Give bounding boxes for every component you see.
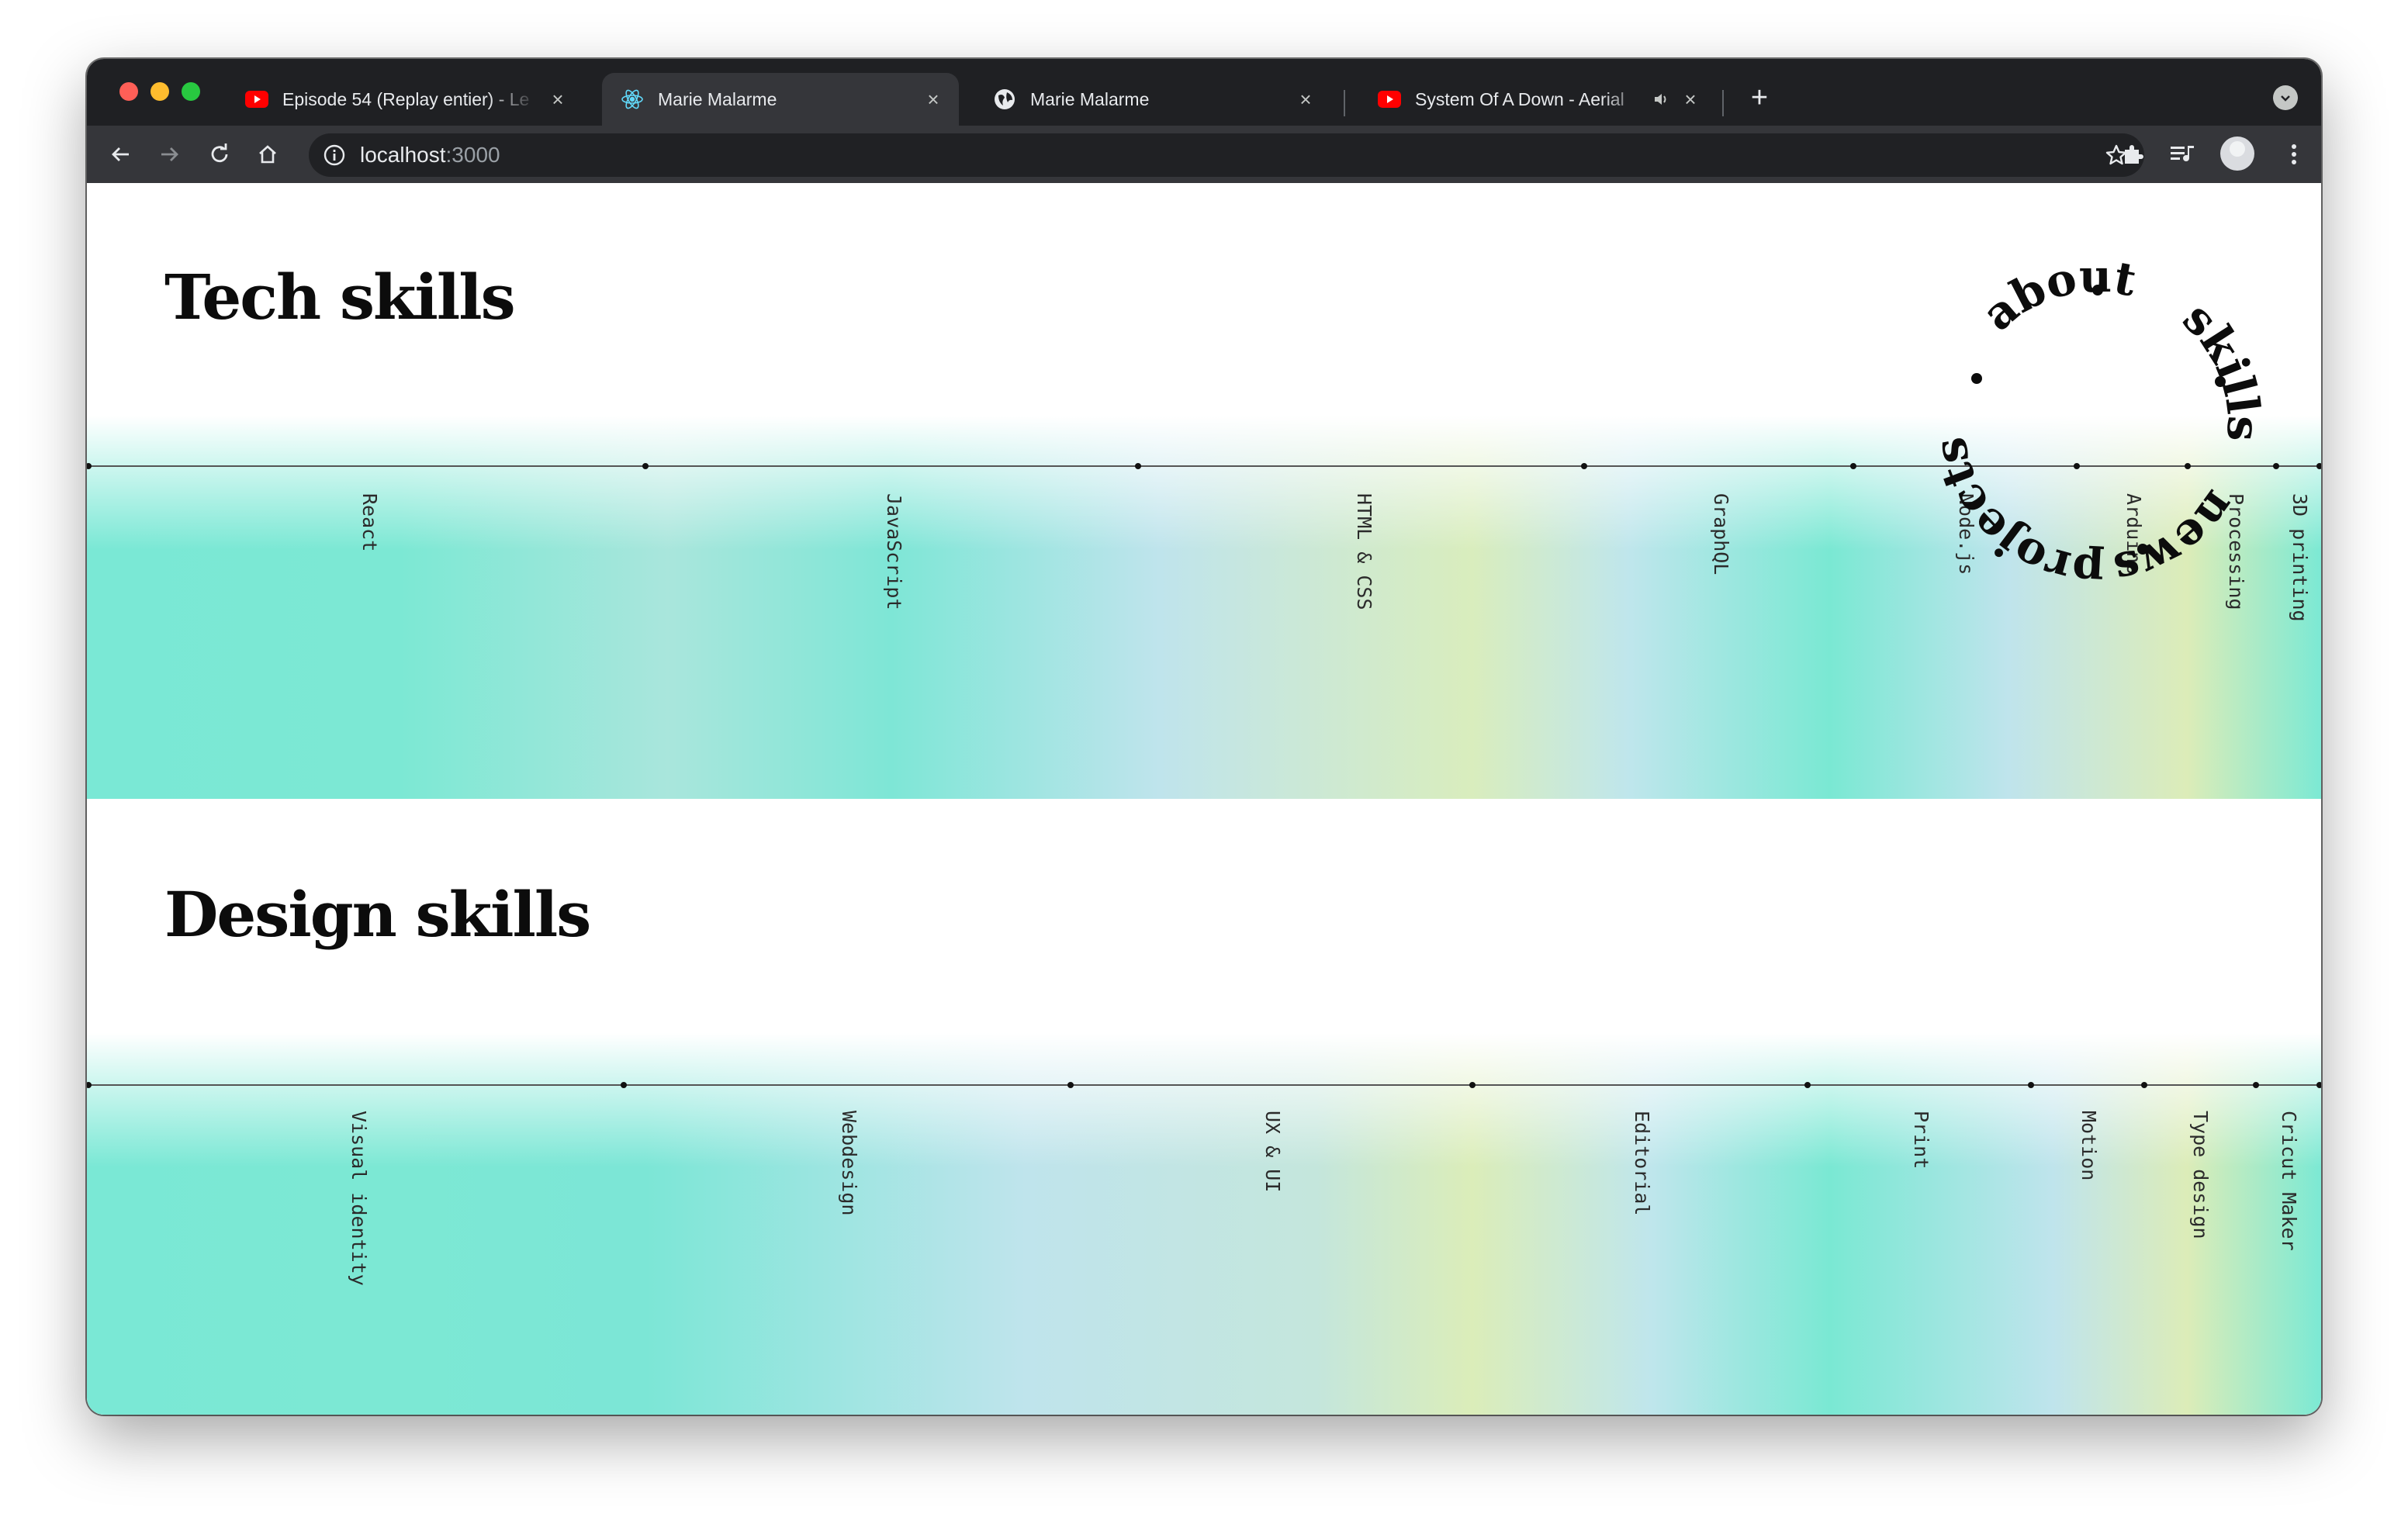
browser-toolbar: localhost:3000: [87, 126, 2321, 183]
tab-marie-malarme-active[interactable]: Marie Malarme ×: [602, 73, 959, 126]
speaker-icon[interactable]: [1652, 90, 1671, 109]
kebab-menu-icon: [2292, 144, 2296, 164]
tab-search-button[interactable]: [2273, 85, 2298, 110]
skill-label: React: [358, 493, 381, 552]
arrow-left-icon: [112, 147, 129, 161]
profile-avatar[interactable]: [2220, 137, 2254, 171]
skill-label: Webdesign: [838, 1111, 860, 1216]
tab-title: Marie Malarme: [658, 88, 777, 109]
playlist-music-icon: [2171, 146, 2194, 161]
skill-label: Editorial: [1631, 1111, 1653, 1216]
chevron-down-icon: [2281, 95, 2290, 102]
skill-label: 3D printing: [2289, 493, 2311, 622]
circular-nav: about skills news projects: [1923, 250, 2271, 598]
tab-separator: [1344, 90, 1345, 116]
browser-window: Episode 54 (Replay entier) - Le × Marie …: [87, 59, 2321, 1415]
section-heading: Tech skills: [164, 261, 516, 334]
design-skills-section: Design skills Visual identity Webdesign …: [87, 800, 2321, 1415]
youtube-icon: [1378, 88, 1401, 111]
close-icon[interactable]: ×: [923, 88, 943, 111]
skill-label: GraphQL: [1710, 493, 1732, 575]
skill-label: Visual identity: [348, 1111, 370, 1286]
address-bar[interactable]: localhost:3000: [309, 133, 2144, 177]
close-window-button[interactable]: [119, 82, 138, 101]
tab-marie-malarme[interactable]: Marie Malarme ×: [974, 73, 1331, 126]
skill-label: Type design: [2189, 1111, 2212, 1239]
tab-title: Marie Malarme: [1030, 88, 1150, 109]
zoom-window-button[interactable]: [182, 82, 200, 101]
globe-icon: [993, 88, 1016, 111]
section-heading: Design skills: [164, 878, 591, 951]
close-icon[interactable]: ×: [1296, 88, 1316, 111]
skill-label: UX & UI: [1261, 1111, 1284, 1193]
skill-label: Motion: [2078, 1111, 2100, 1181]
tab-separator: [1722, 90, 1724, 116]
nav-link-projects[interactable]: projects: [1923, 434, 2105, 598]
tab-title: System Of A Down - Aerial: [1415, 88, 1624, 109]
close-icon[interactable]: ×: [548, 88, 568, 111]
media-controls-button[interactable]: [2168, 140, 2197, 169]
skill-label: HTML & CSS: [1353, 493, 1375, 610]
nav-link-skills[interactable]: skills: [2173, 292, 2270, 442]
nav-link-news[interactable]: news: [2109, 481, 2247, 596]
home-icon: [259, 145, 276, 164]
nav-link-about[interactable]: about: [1972, 250, 2140, 341]
skill-label: JavaScript: [883, 493, 905, 610]
youtube-icon: [245, 88, 268, 111]
close-icon[interactable]: ×: [1680, 88, 1700, 111]
extensions-button[interactable]: [2118, 140, 2147, 169]
tab-strip: Episode 54 (Replay entier) - Le × Marie …: [87, 59, 2321, 126]
page-content: Tech skills React JavaScript HTML & CSS …: [87, 183, 2321, 1415]
forward-button[interactable]: [155, 140, 185, 169]
arrow-right-icon: [161, 147, 178, 161]
skill-label: Print: [1910, 1111, 1932, 1170]
skill-label: Cricut Maker: [2278, 1111, 2300, 1251]
tab-episode-54[interactable]: Episode 54 (Replay entier) - Le ×: [227, 73, 583, 126]
reload-icon: [211, 143, 228, 163]
reload-button[interactable]: [205, 140, 234, 169]
url-port: :3000: [445, 143, 500, 167]
tab-system-of-a-down[interactable]: System Of A Down - Aerial ×: [1359, 73, 1716, 126]
back-button[interactable]: [106, 140, 135, 169]
menu-button[interactable]: [2279, 140, 2309, 169]
react-icon: [621, 88, 644, 111]
home-button[interactable]: [253, 140, 282, 169]
new-tab-button[interactable]: +: [1744, 82, 1775, 113]
skills-band: [87, 1033, 2321, 1415]
puzzle-icon: [2125, 145, 2143, 164]
info-icon[interactable]: [323, 143, 346, 167]
minimize-window-button[interactable]: [150, 82, 169, 101]
tab-title: Episode 54 (Replay entier) - Le: [282, 88, 530, 109]
url-text: localhost:3000: [360, 143, 500, 168]
url-host: localhost: [360, 143, 446, 167]
gradient-band: [87, 1033, 2321, 1415]
